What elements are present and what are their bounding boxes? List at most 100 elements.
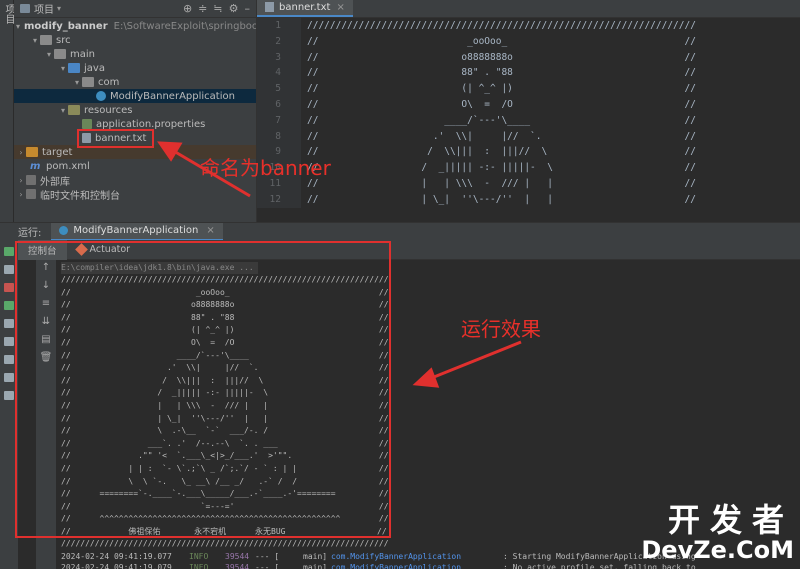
- tree-item-resources[interactable]: ▾ resources: [14, 103, 256, 117]
- watermark-title: 开发者: [667, 501, 794, 539]
- tree-item-label: com: [98, 76, 120, 88]
- run-toolwindow-header: 运行: ModifyBannerApplication ×: [0, 222, 800, 241]
- line-number: 5: [275, 83, 281, 95]
- debug-icon[interactable]: [4, 301, 14, 310]
- settings-icon[interactable]: [4, 355, 14, 364]
- code-line: // / \\||| : |||// \ //: [307, 146, 696, 158]
- layout-icon[interactable]: [4, 373, 14, 382]
- chevron-right-icon[interactable]: ›: [16, 148, 26, 157]
- chevron-down-icon[interactable]: ▾: [58, 106, 68, 115]
- editor-panel: banner.txt × 1 2 3 4 5 6 7 8 9 10 11 12 ///////////…: [256, 0, 800, 222]
- project-panel-header: 项目 ▾ ⊕ ≑ ≒ ⚙ –: [14, 0, 256, 18]
- line-number: 2: [275, 35, 281, 47]
- tree-item-scratches[interactable]: › 临时文件和控制台: [14, 187, 256, 202]
- log-separator: --- [: [255, 552, 280, 562]
- chevron-right-icon[interactable]: ›: [16, 190, 26, 199]
- tree-item-label: 外部库: [40, 176, 70, 188]
- code-line: // o8888888o //: [307, 51, 696, 63]
- line-number: 6: [275, 98, 281, 110]
- package-icon: [82, 77, 94, 87]
- editor-tabs: banner.txt ×: [257, 0, 800, 18]
- log-thread: main]: [303, 552, 328, 562]
- code-line: // _ooOoo_ //: [307, 35, 696, 47]
- log-level: INFO: [189, 552, 209, 562]
- spring-app-icon: [59, 226, 69, 235]
- line-number: 8: [275, 130, 281, 142]
- line-number: 7: [275, 114, 281, 126]
- folder-icon: [54, 49, 66, 59]
- tree-item-label: application.properties: [96, 118, 206, 130]
- tree-item-java[interactable]: ▾ java: [14, 61, 256, 75]
- code-line: // | | \\\ - /// | | //: [307, 177, 696, 189]
- log-pid: 39544: [225, 563, 250, 569]
- watermark: 开发者 DevZe.CoM: [641, 503, 794, 563]
- chevron-down-icon[interactable]: ▾: [57, 4, 61, 13]
- line-number: 12: [269, 193, 281, 205]
- chevron-down-icon[interactable]: ▾: [44, 50, 54, 59]
- tree-item-com[interactable]: ▾ com: [14, 75, 256, 89]
- pin-icon[interactable]: [4, 391, 14, 400]
- line-number: 3: [275, 51, 281, 63]
- tree-item-modify-banner[interactable]: ▾ modify_banner E:\SoftwareExploit\sprin…: [14, 19, 256, 33]
- spring-class-icon: [96, 91, 106, 101]
- close-icon[interactable]: ×: [206, 225, 214, 236]
- tree-item-modify-banner-application[interactable]: ModifyBannerApplication: [14, 89, 256, 103]
- run-label: 运行:: [18, 228, 42, 239]
- editor-body[interactable]: 1 2 3 4 5 6 7 8 9 10 11 12 ////////////////////////…: [257, 18, 800, 208]
- target-icon[interactable]: ⊕: [183, 2, 192, 15]
- folder-icon: [40, 35, 52, 45]
- minimize-icon[interactable]: –: [245, 2, 251, 15]
- exit-icon[interactable]: [4, 337, 14, 346]
- tree-item-label: src: [56, 34, 71, 46]
- code-line: // | \_| ''\---/'' | | //: [307, 193, 696, 205]
- maven-icon: m: [30, 160, 41, 172]
- watermark-subtitle: DevZe.CoM: [641, 536, 794, 564]
- chevron-right-icon[interactable]: ›: [16, 176, 26, 185]
- tree-item-label: pom.xml: [46, 160, 90, 172]
- tab-banner-txt[interactable]: banner.txt ×: [257, 0, 353, 17]
- code-line: ////////////////////////////////////////…: [307, 20, 696, 31]
- code-area[interactable]: ////////////////////////////////////////…: [301, 18, 800, 208]
- line-number: 1: [275, 20, 281, 31]
- run-tab-label: ModifyBannerApplication: [73, 225, 199, 236]
- code-line: // / _||||| -:- |||||- \ //: [307, 162, 696, 174]
- collapse-all-icon[interactable]: ≑: [198, 2, 207, 15]
- properties-file-icon: [82, 119, 92, 129]
- camera-icon[interactable]: [4, 319, 14, 328]
- tree-item-label: 临时文件和控制台: [40, 190, 120, 202]
- tree-item-src[interactable]: ▾ src: [14, 33, 256, 47]
- resources-folder-icon: [68, 105, 80, 115]
- wrench-icon[interactable]: [4, 265, 14, 274]
- tree-item-label: ModifyBannerApplication: [110, 90, 235, 102]
- project-toolwindow-strip[interactable]: 项目: [0, 0, 14, 222]
- annotation-result: 运行效果: [461, 317, 541, 341]
- chevron-down-icon[interactable]: ▾: [30, 36, 40, 45]
- close-icon[interactable]: ×: [336, 2, 344, 13]
- gear-icon[interactable]: ⚙: [229, 2, 239, 15]
- expand-all-icon[interactable]: ≒: [213, 2, 222, 15]
- library-icon: [26, 175, 36, 185]
- line-number: 4: [275, 67, 281, 79]
- tree-item-main[interactable]: ▾ main: [14, 47, 256, 61]
- stop-icon[interactable]: [4, 283, 14, 292]
- run-tab-modify-banner-application[interactable]: ModifyBannerApplication ×: [51, 222, 223, 241]
- chevron-down-icon[interactable]: ▾: [58, 64, 68, 73]
- log-class: com.ModifyBannerApplication: [331, 563, 462, 569]
- code-line: // .' \\| |// `. //: [307, 130, 696, 142]
- tree-item-path: E:\SoftwareExploit\springboot2\: [113, 20, 256, 32]
- highlight-box-banner-file: [77, 129, 154, 148]
- log-level: INFO: [189, 563, 209, 569]
- chevron-down-icon[interactable]: ▾: [72, 78, 82, 87]
- project-icon: [20, 4, 30, 13]
- log-class: com.ModifyBannerApplication: [331, 552, 462, 562]
- log-separator: --- [: [255, 563, 280, 569]
- log-timestamp: 2024-02-24 09:41:19.077: [61, 552, 172, 562]
- code-line: // (| ^_^ |) //: [307, 83, 696, 95]
- rerun-icon[interactable]: [4, 247, 14, 256]
- project-panel-title[interactable]: 项目: [34, 1, 54, 16]
- log-timestamp: 2024-02-24 09:41:19.079: [61, 563, 172, 569]
- tree-item-label: modify_banner: [24, 20, 108, 32]
- chevron-down-icon[interactable]: ▾: [16, 22, 20, 31]
- code-line: // ____/`---'\____ //: [307, 114, 696, 126]
- project-panel: 项目 ▾ ⊕ ≑ ≒ ⚙ – ▾ modify_banner E:\Softwa…: [14, 0, 256, 222]
